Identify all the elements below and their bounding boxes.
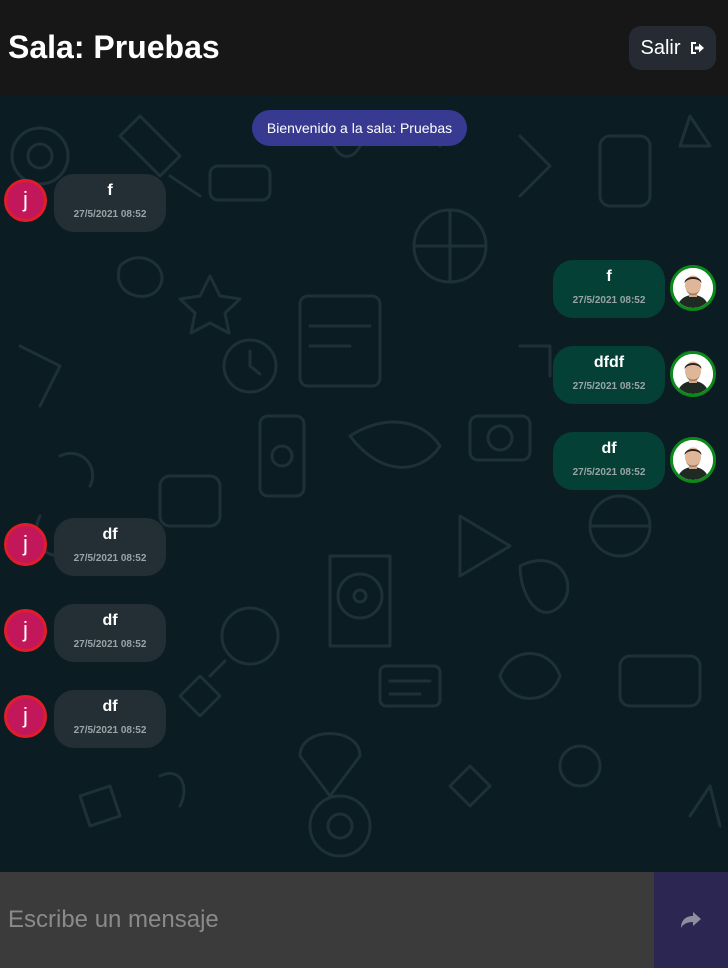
message-text: f: [107, 182, 113, 199]
message-bubble: dfdf 27/5/2021 08:52: [553, 346, 665, 404]
avatar: [670, 265, 716, 311]
message-time: 27/5/2021 08:52: [73, 553, 147, 564]
message-row: f 27/5/2021 08:52: [553, 260, 718, 318]
send-button[interactable]: [654, 872, 728, 968]
message-bubble: df 27/5/2021 08:52: [553, 432, 665, 490]
message-text: df: [102, 526, 118, 543]
message-bubble: df 27/5/2021 08:52: [54, 518, 166, 576]
message-row: j df 27/5/2021 08:52: [4, 604, 166, 662]
message-row: j df 27/5/2021 08:52: [4, 690, 166, 748]
user-photo-icon: [673, 268, 713, 308]
message-bubble: f 27/5/2021 08:52: [54, 174, 166, 232]
message-row: df 27/5/2021 08:52: [553, 432, 718, 490]
sign-out-icon: [689, 40, 705, 56]
welcome-message: Bienvenido a la sala: Pruebas: [252, 110, 467, 146]
message-row: j df 27/5/2021 08:52: [4, 518, 166, 576]
message-text: dfdf: [593, 354, 625, 371]
message-time: 27/5/2021 08:52: [73, 639, 147, 650]
message-time: 27/5/2021 08:52: [73, 209, 147, 220]
avatar: j: [4, 609, 47, 652]
chat-area[interactable]: Bienvenido a la sala: Pruebas j f 27/5/2…: [0, 96, 728, 872]
message-bubble: df 27/5/2021 08:52: [54, 604, 166, 662]
message-text: df: [601, 440, 617, 457]
avatar: j: [4, 523, 47, 566]
avatar: j: [4, 179, 47, 222]
chat-app: Sala: Pruebas Salir Bienvenido a la sala…: [0, 0, 728, 968]
message-text: df: [102, 612, 118, 629]
message-input[interactable]: [0, 872, 654, 968]
message-time: 27/5/2021 08:52: [73, 725, 147, 736]
message-text: df: [102, 698, 118, 715]
header: Sala: Pruebas Salir: [0, 0, 728, 96]
message-composer: [0, 872, 728, 968]
message-row: dfdf 27/5/2021 08:52: [553, 346, 718, 404]
exit-label: Salir: [640, 36, 681, 59]
message-text: f: [606, 268, 612, 285]
user-photo-icon: [673, 354, 713, 394]
message-bubble: f 27/5/2021 08:52: [553, 260, 665, 318]
message-time: 27/5/2021 08:52: [572, 381, 646, 392]
message-time: 27/5/2021 08:52: [572, 467, 646, 478]
avatar: [670, 351, 716, 397]
message-row: j f 27/5/2021 08:52: [4, 174, 166, 232]
message-time: 27/5/2021 08:52: [572, 295, 646, 306]
avatar: [670, 437, 716, 483]
user-photo-icon: [673, 440, 713, 480]
page-title: Sala: Pruebas: [8, 29, 220, 65]
exit-button[interactable]: Salir: [629, 26, 716, 70]
send-arrow-icon: [681, 912, 701, 928]
message-bubble: df 27/5/2021 08:52: [54, 690, 166, 748]
avatar: j: [4, 695, 47, 738]
